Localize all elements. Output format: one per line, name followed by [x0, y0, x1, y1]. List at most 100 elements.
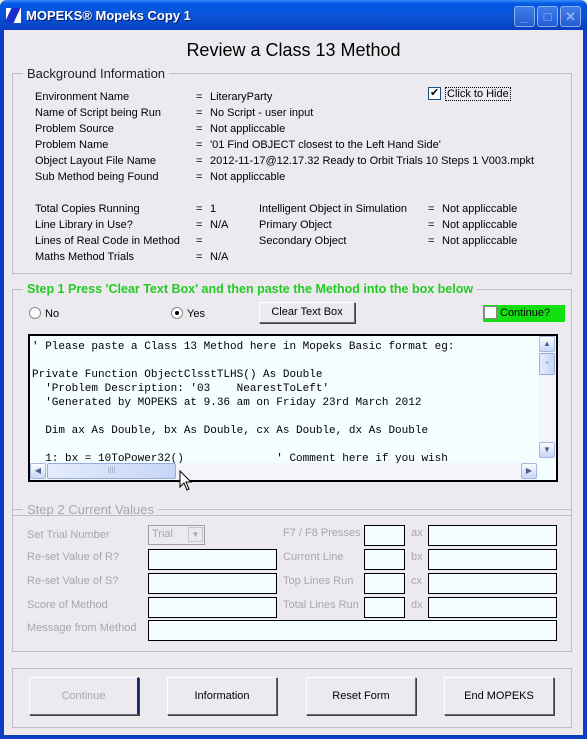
- method-code-textbox[interactable]: ' Please paste a Class 13 Method here in…: [28, 334, 558, 482]
- object-label: Intelligent Object in Simulation: [259, 203, 407, 215]
- info-equals: =: [196, 91, 203, 103]
- chevron-down-icon[interactable]: ▼: [188, 527, 203, 542]
- stat-value: 1: [210, 203, 217, 215]
- stat-equals: =: [196, 219, 203, 231]
- info-equals: =: [196, 107, 203, 119]
- register-field[interactable]: [428, 597, 557, 618]
- continue-checkbox[interactable]: [484, 306, 497, 319]
- step2-mid-field[interactable]: [364, 573, 405, 594]
- radio-no[interactable]: [29, 307, 41, 319]
- scroll-up-icon[interactable]: ▲: [539, 336, 555, 352]
- register-label: cx: [411, 575, 422, 587]
- info-equals: =: [196, 139, 203, 151]
- app-window: MOPEKS® Mopeks Copy 1 _ □ ✕ Review a Cla…: [0, 0, 587, 739]
- clear-text-box-button[interactable]: Clear Text Box: [259, 302, 355, 323]
- app-logo-icon: [4, 8, 21, 23]
- stat-value: N/A: [210, 251, 229, 263]
- trial-number-combo[interactable]: Trial ▼: [148, 525, 205, 545]
- register-field[interactable]: [428, 549, 557, 570]
- info-label: Object Layout File Name: [35, 155, 157, 167]
- register-field[interactable]: [428, 573, 557, 594]
- title-bar[interactable]: MOPEKS® Mopeks Copy 1 _ □ ✕: [0, 0, 587, 30]
- reset-form-button[interactable]: Reset Form: [306, 677, 416, 715]
- radio-yes[interactable]: [171, 307, 183, 319]
- step2-left-label: Re-set Value of S?: [27, 575, 119, 587]
- step2-mid-label: F7 / F8 Presses: [283, 527, 361, 539]
- info-value: LiteraryParty: [210, 91, 273, 103]
- client-area: Review a Class 13 Method Background Info…: [4, 30, 583, 735]
- method-code-text[interactable]: ' Please paste a Class 13 Method here in…: [32, 340, 454, 466]
- object-value: Not appliccable: [442, 235, 518, 247]
- continue-button[interactable]: Continue: [29, 677, 139, 715]
- radio-no-label[interactable]: No: [45, 308, 59, 320]
- horizontal-scroll-thumb[interactable]: ||||: [47, 463, 176, 479]
- info-value: '01 Find OBJECT closest to the Left Hand…: [210, 139, 441, 151]
- info-label: Problem Source: [35, 123, 114, 135]
- continue-checkbox-label[interactable]: Continue?: [500, 307, 550, 319]
- window-title: MOPEKS® Mopeks Copy 1: [26, 8, 191, 23]
- scroll-left-icon[interactable]: ◀: [30, 463, 46, 479]
- step2-mid-label: Top Lines Run: [283, 575, 354, 587]
- step2-left-label: Re-set Value of R?: [27, 551, 120, 563]
- vertical-scroll-thumb[interactable]: ≡: [539, 353, 555, 375]
- step2-left-field[interactable]: [148, 573, 277, 594]
- info-value: No Script - user input: [210, 107, 314, 119]
- continue-checkbox-area[interactable]: Continue?: [483, 305, 565, 322]
- step2-left-field[interactable]: [148, 597, 277, 618]
- stat-equals: =: [196, 203, 203, 215]
- object-value: Not appliccable: [442, 203, 518, 215]
- info-equals: =: [196, 171, 203, 183]
- info-label: Problem Name: [35, 139, 109, 151]
- object-equals: =: [428, 203, 435, 215]
- object-label: Secondary Object: [259, 235, 347, 247]
- message-label: Message from Method: [27, 622, 137, 634]
- info-equals: =: [196, 155, 203, 167]
- info-label: Sub Method being Found: [35, 171, 159, 183]
- scroll-down-icon[interactable]: ▼: [539, 442, 555, 458]
- horizontal-scrollbar[interactable]: ◀ |||| ▶: [30, 463, 538, 480]
- radio-yes-label[interactable]: Yes: [187, 308, 205, 320]
- info-label: Name of Script being Run: [35, 107, 161, 119]
- minimize-icon[interactable]: _: [514, 6, 535, 27]
- register-label: ax: [411, 527, 423, 539]
- end-mopeks-button[interactable]: End MOPEKS: [444, 677, 554, 715]
- stat-label: Line Library in Use?: [35, 219, 133, 231]
- info-value: 2012-11-17@12.17.32 Ready to Orbit Trial…: [210, 155, 535, 167]
- background-info-legend: Background Information: [27, 66, 166, 81]
- step2-left-field[interactable]: [148, 549, 277, 570]
- step2-mid-field[interactable]: [364, 549, 405, 570]
- stat-label: Total Copies Running: [35, 203, 140, 215]
- trial-combo-value: Trial: [152, 528, 173, 540]
- step1-legend: Step 1 Press 'Clear Text Box' and then p…: [27, 282, 474, 296]
- scroll-right-icon[interactable]: ▶: [521, 463, 537, 479]
- close-icon[interactable]: ✕: [560, 6, 581, 27]
- hide-checkbox-label[interactable]: Click to Hide: [445, 87, 511, 101]
- information-button[interactable]: Information: [167, 677, 277, 715]
- object-label: Primary Object: [259, 219, 332, 231]
- info-value: Not appliccable: [210, 123, 286, 135]
- info-equals: =: [196, 123, 203, 135]
- info-value: Not appliccable: [210, 171, 286, 183]
- step2-mid-label: Total Lines Run: [283, 599, 359, 611]
- set-trial-label: Set Trial Number: [27, 529, 110, 541]
- step2-left-label: Score of Method: [27, 599, 108, 611]
- register-field[interactable]: [428, 525, 557, 546]
- object-value: Not appliccable: [442, 219, 518, 231]
- step2-mid-field[interactable]: [364, 597, 405, 618]
- object-equals: =: [428, 219, 435, 231]
- step2-mid-label: Current Line: [283, 551, 344, 563]
- step2-mid-field[interactable]: [364, 525, 405, 546]
- mouse-pointer-icon: [179, 470, 193, 491]
- register-label: bx: [411, 551, 423, 563]
- stat-value: N/A: [210, 219, 229, 231]
- stat-label: Lines of Real Code in Method: [35, 235, 180, 247]
- message-field[interactable]: [148, 620, 557, 641]
- info-label: Environment Name: [35, 91, 130, 103]
- stat-label: Maths Method Trials: [35, 251, 135, 263]
- vertical-scrollbar[interactable]: ▲ ≡ ▼: [539, 336, 556, 458]
- register-label: dx: [411, 599, 423, 611]
- maximize-icon[interactable]: □: [537, 6, 558, 27]
- page-title: Review a Class 13 Method: [186, 40, 401, 60]
- hide-checkbox[interactable]: [428, 86, 441, 100]
- step2-legend: Step 2 Current Values: [27, 502, 154, 517]
